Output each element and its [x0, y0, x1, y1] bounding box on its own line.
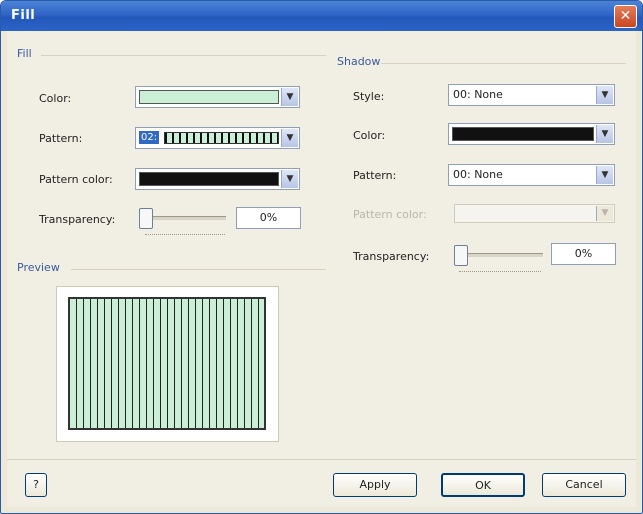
fill-transparency-thumb[interactable] — [139, 208, 153, 229]
cancel-button[interactable]: Cancel — [542, 473, 626, 497]
shadow-transparency-thumb[interactable] — [454, 245, 468, 266]
chevron-down-icon: ▼ — [596, 206, 613, 221]
dialog-body: Fill Color: ▼ Pattern: 02: ▼ Pattern col… — [7, 31, 636, 507]
ok-button[interactable]: OK — [441, 473, 525, 497]
shadow-pattern-color-label: Pattern color: — [353, 208, 427, 221]
shadow-transparency-value[interactable]: 0% — [551, 243, 616, 265]
chevron-down-icon[interactable]: ▼ — [281, 170, 298, 188]
fill-transparency-ticks — [145, 230, 225, 235]
shadow-transparency-label: Transparency: — [353, 250, 430, 263]
fill-pattern-color-swatch — [139, 172, 279, 186]
chevron-down-icon[interactable]: ▼ — [281, 129, 298, 147]
close-icon[interactable]: ✕ — [614, 5, 637, 28]
fill-transparency-track[interactable] — [144, 216, 226, 220]
preview-group-divider — [71, 269, 326, 270]
apply-button[interactable]: Apply — [333, 473, 417, 497]
shadow-color-label: Color: — [353, 129, 386, 142]
shadow-pattern-label: Pattern: — [353, 169, 397, 182]
shadow-color-swatch — [452, 127, 594, 141]
shadow-style-value: 00: None — [453, 88, 503, 101]
fill-section-label: Fill — [17, 47, 32, 60]
shadow-pattern-value: 00: None — [453, 168, 503, 181]
shadow-transparency-track[interactable] — [459, 253, 543, 257]
shadow-transparency-ticks — [459, 267, 541, 272]
fill-color-swatch — [139, 90, 279, 104]
shadow-pattern-color-dropdown: ▼ — [454, 204, 615, 223]
preview-pattern — [68, 297, 266, 430]
chevron-down-icon[interactable]: ▼ — [281, 88, 298, 106]
help-icon[interactable]: ? — [25, 473, 47, 497]
fill-pattern-color-label: Pattern color: — [39, 173, 113, 186]
preview-pane — [56, 286, 279, 442]
dialog-title: Fill — [11, 8, 36, 23]
chevron-down-icon[interactable]: ▼ — [596, 86, 613, 104]
chevron-down-icon[interactable]: ▼ — [596, 125, 613, 143]
footer-divider — [7, 459, 636, 460]
shadow-pattern-dropdown[interactable]: 00: None ▼ — [448, 164, 615, 186]
fill-transparency-value[interactable]: 0% — [236, 207, 301, 229]
shadow-section-label: Shadow — [337, 55, 381, 68]
preview-section-label: Preview — [17, 261, 60, 274]
fill-pattern-value: 02: — [139, 131, 160, 144]
fill-pattern-color-dropdown[interactable]: ▼ — [135, 168, 300, 190]
fill-pattern-swatch — [164, 132, 279, 144]
shadow-style-label: Style: — [353, 90, 385, 103]
fill-color-dropdown[interactable]: ▼ — [135, 86, 300, 108]
fill-pattern-label: Pattern: — [39, 132, 83, 145]
chevron-down-icon[interactable]: ▼ — [596, 166, 613, 184]
shadow-group-divider — [381, 63, 626, 64]
fill-group-divider — [41, 55, 326, 56]
fill-transparency-label: Transparency: — [39, 213, 116, 226]
title-bar[interactable]: Fill ✕ — [1, 1, 642, 31]
shadow-color-dropdown[interactable]: ▼ — [448, 123, 615, 145]
fill-color-label: Color: — [39, 92, 72, 105]
fill-pattern-dropdown[interactable]: 02: ▼ — [135, 127, 300, 149]
fill-dialog: Fill ✕ Fill Color: ▼ Pattern: 02: ▼ Patt… — [0, 0, 643, 514]
shadow-style-dropdown[interactable]: 00: None ▼ — [448, 84, 615, 106]
